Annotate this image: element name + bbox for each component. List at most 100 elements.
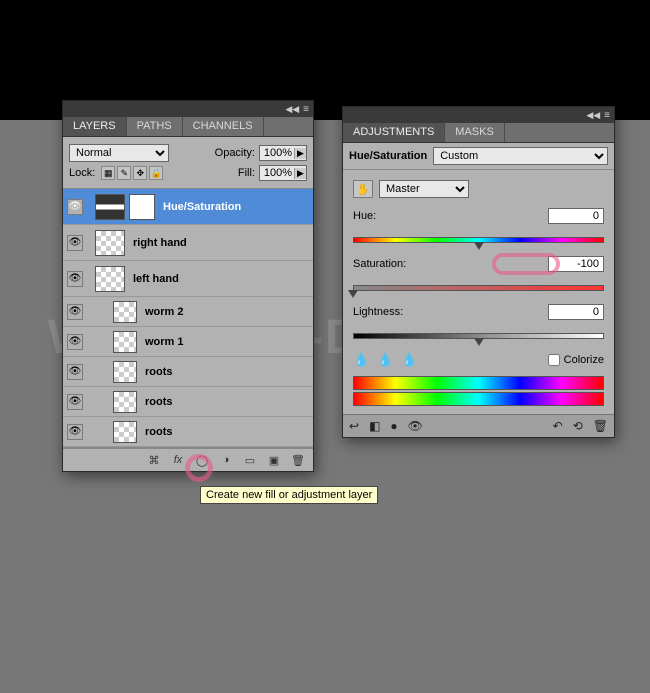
layer-name: Hue/Saturation xyxy=(159,201,241,213)
colorize-label: Colorize xyxy=(564,354,604,366)
lightness-slider[interactable] xyxy=(353,326,604,344)
layer-row[interactable]: 👁 roots xyxy=(63,387,313,417)
mask-icon[interactable]: ◯ xyxy=(193,452,211,468)
hue-slider[interactable] xyxy=(353,230,604,248)
delete-adj-icon[interactable]: 🗑 xyxy=(593,419,608,433)
tab-layers[interactable]: LAYERS xyxy=(63,117,127,136)
targeted-adjust-icon[interactable]: ✋ xyxy=(353,180,373,198)
layer-row[interactable]: 👁 left hand xyxy=(63,261,313,297)
layer-thumbnail[interactable] xyxy=(95,266,125,292)
layers-panel: ◀◀ ≡ LAYERS PATHS CHANNELS Normal Opacit… xyxy=(62,100,314,472)
layer-name: roots xyxy=(141,396,173,408)
layer-name: worm 2 xyxy=(141,306,184,318)
layer-thumbnail[interactable] xyxy=(95,230,125,256)
layer-name: right hand xyxy=(129,237,187,249)
eyedropper-icon[interactable]: 💧 xyxy=(353,352,369,368)
layer-thumbnail[interactable] xyxy=(113,331,137,353)
colorize-checkbox[interactable]: Colorize xyxy=(548,354,604,366)
eyedropper-plus-icon[interactable]: 💧 xyxy=(377,352,393,368)
tab-adjustments[interactable]: ADJUSTMENTS xyxy=(343,123,445,142)
layer-list: 👁 Hue/Saturation 👁 right hand 👁 left hand 👁 wor… xyxy=(63,188,313,448)
adj-title-row: Hue/Saturation Custom xyxy=(343,143,614,170)
lock-position-icon[interactable]: ✥ xyxy=(133,166,147,180)
visibility-toggle-icon[interactable]: 👁 xyxy=(67,424,83,440)
layer-mask-thumbnail[interactable] xyxy=(129,194,155,220)
prev-state-icon[interactable]: ↶ xyxy=(553,419,563,433)
adj-body: ✋ Master Hue: Saturation: Lightness: xyxy=(343,170,614,414)
layer-name: roots xyxy=(141,366,173,378)
collapse-icon[interactable]: ◀◀ xyxy=(586,110,600,121)
visibility-toggle-icon[interactable]: 👁 xyxy=(67,364,83,380)
layer-thumbnail[interactable] xyxy=(113,301,137,323)
layer-row[interactable]: 👁 Hue/Saturation xyxy=(63,189,313,225)
channel-select[interactable]: Master xyxy=(379,180,469,198)
fill-label: Fill: xyxy=(238,167,255,179)
return-icon[interactable]: ↩ xyxy=(349,419,359,433)
visibility-toggle-icon[interactable]: 👁 xyxy=(67,304,83,320)
visibility-icon[interactable]: 👁 xyxy=(408,419,423,433)
panel-menu-icon[interactable]: ≡ xyxy=(303,104,309,115)
tooltip: Create new fill or adjustment layer xyxy=(200,486,378,504)
layers-footer: ⌘ fx ◯ ◑ ▭ ▣ 🗑 xyxy=(63,448,313,471)
link-layers-icon[interactable]: ⌘ xyxy=(145,452,163,468)
layer-thumbnail[interactable] xyxy=(113,391,137,413)
tab-masks[interactable]: MASKS xyxy=(445,123,505,142)
adj-footer: ↩ ◧ ● 👁 ↶ ⟲ 🗑 xyxy=(343,414,614,437)
trash-icon[interactable]: 🗑 xyxy=(289,452,307,468)
layers-options: Normal Opacity: ▶ Lock: ▦ ✎ ✥ 🔒 Fill: ▶ xyxy=(63,137,313,188)
hue-label: Hue: xyxy=(353,210,376,222)
adj-panel-header: ◀◀ ≡ xyxy=(343,107,614,123)
visibility-toggle-icon[interactable]: 👁 xyxy=(67,235,83,251)
layer-row[interactable]: 👁 worm 2 xyxy=(63,297,313,327)
layer-thumbnail[interactable] xyxy=(95,194,125,220)
lock-icons: ▦ ✎ ✥ 🔒 xyxy=(101,166,163,180)
lightness-input[interactable] xyxy=(548,304,604,320)
visibility-toggle-icon[interactable]: 👁 xyxy=(67,334,83,350)
opacity-input[interactable]: ▶ xyxy=(259,145,307,161)
layer-name: worm 1 xyxy=(141,336,184,348)
layer-row[interactable]: 👁 roots xyxy=(63,357,313,387)
visibility-toggle-icon[interactable]: 👁 xyxy=(67,271,83,287)
panel-menu-icon[interactable]: ≡ xyxy=(604,110,610,121)
fill-flyout-icon[interactable]: ▶ xyxy=(294,168,306,179)
saturation-input[interactable] xyxy=(548,256,604,272)
new-layer-icon[interactable]: ▣ xyxy=(265,452,283,468)
opacity-label: Opacity: xyxy=(215,147,255,159)
visibility-toggle-icon[interactable]: 👁 xyxy=(67,199,83,215)
expand-icon[interactable]: ◧ xyxy=(369,419,380,433)
reset-icon[interactable]: ⟲ xyxy=(573,419,583,433)
adjustment-layer-icon[interactable]: ◑ xyxy=(217,452,235,468)
clip-icon[interactable]: ● xyxy=(390,419,397,433)
group-icon[interactable]: ▭ xyxy=(241,452,259,468)
visibility-toggle-icon[interactable]: 👁 xyxy=(67,394,83,410)
lock-label: Lock: xyxy=(69,167,95,179)
layer-name: left hand xyxy=(129,273,179,285)
lock-transparent-icon[interactable]: ▦ xyxy=(101,166,115,180)
eyedropper-minus-icon[interactable]: 💧 xyxy=(401,352,417,368)
saturation-label: Saturation: xyxy=(353,258,406,270)
blend-mode-select[interactable]: Normal xyxy=(69,144,169,162)
opacity-flyout-icon[interactable]: ▶ xyxy=(294,148,306,159)
layer-thumbnail[interactable] xyxy=(113,421,137,443)
lock-pixels-icon[interactable]: ✎ xyxy=(117,166,131,180)
adj-title: Hue/Saturation xyxy=(349,150,427,162)
tab-channels[interactable]: CHANNELS xyxy=(183,117,264,136)
fx-icon[interactable]: fx xyxy=(169,452,187,468)
saturation-slider[interactable] xyxy=(353,278,604,296)
hue-input[interactable] xyxy=(548,208,604,224)
layer-row[interactable]: 👁 roots xyxy=(63,417,313,447)
adj-tabs: ADJUSTMENTS MASKS xyxy=(343,123,614,143)
hue-spectrum-top xyxy=(353,376,604,390)
preset-select[interactable]: Custom xyxy=(433,147,608,165)
layer-name: roots xyxy=(141,426,173,438)
hue-spectrum-bottom xyxy=(353,392,604,406)
layers-tabs: LAYERS PATHS CHANNELS xyxy=(63,117,313,137)
layer-row[interactable]: 👁 worm 1 xyxy=(63,327,313,357)
layer-row[interactable]: 👁 right hand xyxy=(63,225,313,261)
tab-paths[interactable]: PATHS xyxy=(127,117,183,136)
lock-all-icon[interactable]: 🔒 xyxy=(149,166,163,180)
layer-thumbnail[interactable] xyxy=(113,361,137,383)
collapse-icon[interactable]: ◀◀ xyxy=(285,104,299,115)
fill-input[interactable]: ▶ xyxy=(259,165,307,181)
panel-header: ◀◀ ≡ xyxy=(63,101,313,117)
